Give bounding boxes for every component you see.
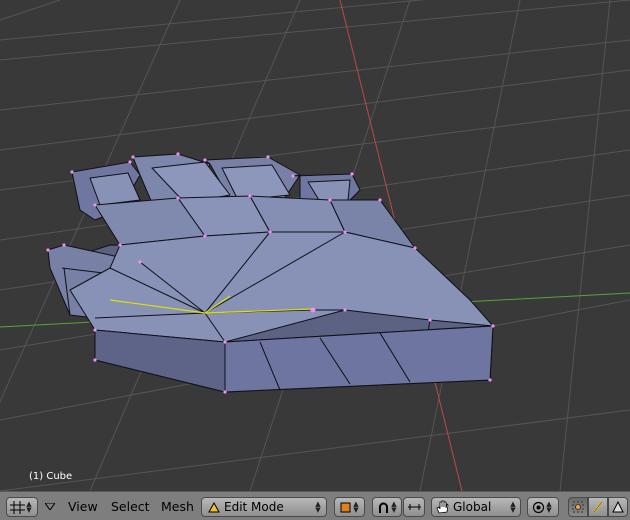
proportional-editing-selector[interactable]: ▲ ▼	[527, 497, 559, 517]
chevron-updown-icon: ▲ ▼	[353, 500, 359, 514]
transform-manipulator-icon	[407, 501, 422, 513]
face-select-mode-button[interactable]	[608, 497, 628, 517]
menu-select[interactable]: Select	[111, 499, 150, 514]
collapse-menu-triangle-icon[interactable]	[45, 503, 55, 510]
chevron-updown-icon: ▲ ▼	[546, 500, 552, 514]
chevron-updown-icon: ▲ ▼	[26, 500, 32, 514]
chevron-updown-icon: ▲ ▼	[315, 500, 321, 514]
pivot-horseshoe-icon	[377, 501, 390, 514]
pivot-point-selector[interactable]: ▲ ▼	[372, 497, 402, 517]
vertex-select-icon	[572, 501, 584, 513]
chevron-updown-icon: ▲ ▼	[510, 500, 516, 514]
3d-view-header: ▲ ▼ View Select Mesh Edit Mode ▲ ▼ ▲ ▼ ▲ ▼ G…	[0, 491, 630, 520]
edge-select-icon	[592, 501, 604, 513]
3d-view-grid-icon	[10, 500, 25, 514]
orientation-label: Global	[453, 500, 492, 514]
active-object-label: (1) Cube	[29, 471, 73, 482]
solid-shading-icon	[339, 501, 352, 514]
hand-mesh[interactable]	[47, 153, 494, 393]
menu-mesh[interactable]: Mesh	[161, 499, 194, 514]
vertex-select-mode-button[interactable]	[568, 497, 588, 517]
mode-selector[interactable]: Edit Mode ▲ ▼	[201, 497, 327, 517]
viewport-canvas[interactable]	[0, 0, 630, 491]
chevron-updown-icon: ▲ ▼	[391, 500, 397, 514]
hand-icon	[435, 500, 449, 514]
face-select-icon	[612, 501, 624, 513]
viewport-shading-selector[interactable]: ▲ ▼	[334, 497, 365, 517]
proportional-edit-icon	[532, 501, 545, 514]
menu-view[interactable]: View	[68, 499, 98, 514]
edge-select-mode-button[interactable]	[588, 497, 608, 517]
edit-mode-triangle-icon	[208, 501, 220, 513]
editor-type-selector[interactable]: ▲ ▼	[6, 497, 38, 517]
3d-viewport[interactable]: (1) Cube	[0, 0, 630, 491]
mode-label: Edit Mode	[224, 500, 284, 514]
transform-manipulator-toggle[interactable]	[403, 497, 425, 517]
transform-orientation-selector[interactable]: Global ▲ ▼	[431, 497, 521, 517]
